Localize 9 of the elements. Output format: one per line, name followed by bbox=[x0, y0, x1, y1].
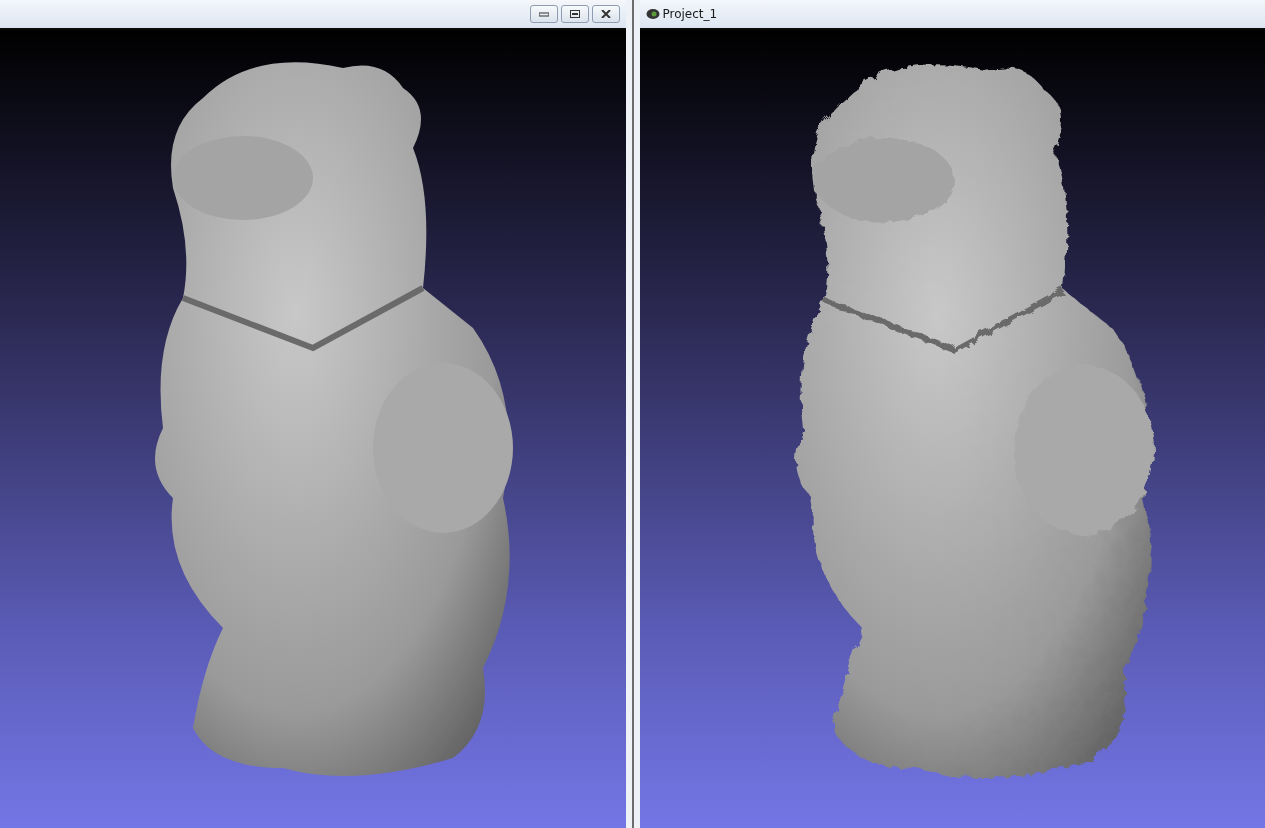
restore-button[interactable] bbox=[560, 5, 589, 23]
restore-icon bbox=[569, 10, 580, 18]
window-title: Project_1 bbox=[662, 7, 718, 21]
close-icon bbox=[600, 10, 611, 18]
3d-viewport[interactable] bbox=[0, 30, 626, 828]
3d-viewport[interactable] bbox=[639, 30, 1265, 828]
minimize-icon bbox=[538, 11, 549, 17]
close-button[interactable] bbox=[591, 5, 620, 23]
eye-icon bbox=[645, 8, 660, 20]
